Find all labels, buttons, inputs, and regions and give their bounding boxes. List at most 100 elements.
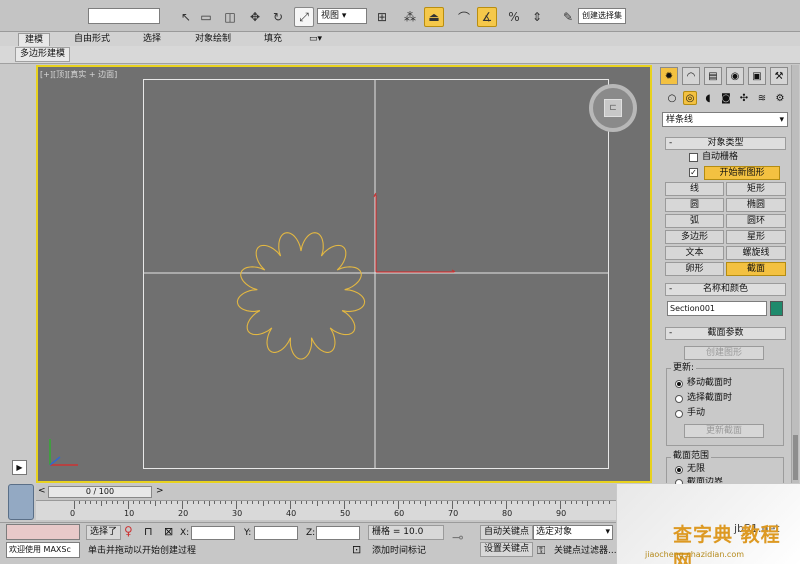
select-manipulate-icon[interactable]: ⁂ — [400, 7, 420, 27]
ruler-tick — [360, 501, 362, 504]
egg-button[interactable]: 卵形 — [665, 262, 724, 276]
extent-infinite-radio[interactable] — [675, 466, 683, 474]
reference-coordinate-dropdown[interactable]: 视图 ▾ — [317, 8, 367, 24]
viewport-top[interactable]: [+][顶][真实 + 边面] ⊏ — [36, 65, 652, 483]
shapes-icon[interactable]: ◎ — [683, 91, 697, 105]
create-tab-icon[interactable]: ✹ — [660, 67, 678, 85]
command-panel-scrollbar[interactable] — [791, 65, 799, 483]
y-coordinate-field[interactable] — [254, 526, 298, 540]
selected-object-dropdown[interactable]: 选定对象 ▾ — [533, 525, 613, 540]
donut-button[interactable]: 圆环 — [726, 214, 786, 228]
start-new-shape-button[interactable]: 开始新图形 — [704, 166, 780, 180]
tab-populate[interactable]: 填充 — [258, 33, 288, 46]
geometry-icon[interactable]: ○ — [665, 91, 679, 105]
hierarchy-tab-icon[interactable]: ▤ — [704, 67, 722, 85]
ruler-tick — [284, 501, 286, 504]
ruler-tick — [570, 501, 572, 504]
rectangle-button[interactable]: 矩形 — [726, 182, 786, 196]
edit-named-selection-icon[interactable]: ✎ — [558, 7, 578, 27]
ellipse-button[interactable]: 椭圆 — [726, 198, 786, 212]
object-color-swatch[interactable] — [770, 301, 783, 316]
absolute-mode-icon[interactable]: ⊠ — [164, 526, 173, 537]
key-filters-button[interactable]: 关键点过滤器... — [554, 546, 617, 557]
time-tag-icon[interactable]: ⊡ — [352, 544, 361, 555]
named-selection-set-dropdown[interactable]: 创建选择集 — [578, 8, 626, 24]
line-button[interactable]: 线 — [665, 182, 724, 196]
time-slider[interactable]: 0 / 100 — [48, 486, 152, 498]
move-icon[interactable]: ✥ — [245, 7, 265, 27]
isolate-icon[interactable]: ♀ — [124, 525, 133, 537]
text-button[interactable]: 文本 — [665, 246, 724, 260]
object-name-field[interactable]: Section001 — [667, 301, 767, 316]
auto-key-button[interactable]: 自动关键点 — [480, 525, 534, 540]
ruler-tick — [273, 501, 275, 504]
lights-icon[interactable]: ◖ — [701, 91, 715, 105]
welcome-field[interactable]: 欢迎使用 MAXSc — [6, 542, 80, 558]
mini-curve-editor-icon[interactable] — [8, 484, 34, 520]
undo-dropdown[interactable] — [88, 8, 160, 24]
lock-icon[interactable]: ⊓ — [144, 526, 153, 537]
tab-modeling[interactable]: 建模 — [18, 33, 51, 46]
spinner-snap-icon[interactable]: ⇕ — [527, 7, 547, 27]
cameras-icon[interactable]: ◙ — [719, 91, 733, 105]
helix-button[interactable]: 螺旋线 — [726, 246, 786, 260]
time-next-icon[interactable]: > — [156, 486, 164, 497]
tab-selection[interactable]: 选择 — [137, 33, 167, 46]
tab-freeform[interactable]: 自由形式 — [68, 33, 116, 46]
section-button[interactable]: 截面 — [726, 262, 786, 276]
update-on-select-radio[interactable] — [675, 395, 683, 403]
tab-object-paint[interactable]: 对象绘制 — [189, 33, 237, 46]
time-prev-icon[interactable]: < — [38, 486, 46, 497]
window-crossing-icon[interactable]: ◫ — [220, 7, 240, 27]
x-coordinate-field[interactable] — [191, 526, 235, 540]
circle-button[interactable]: 圆 — [665, 198, 724, 212]
auto-grid-checkbox[interactable] — [689, 153, 698, 162]
time-ruler[interactable]: 0 10 20 30 40 50 60 70 80 90 — [36, 500, 616, 520]
update-manual-radio[interactable] — [675, 410, 683, 418]
motion-tab-icon[interactable]: ◉ — [726, 67, 744, 85]
z-coordinate-field[interactable] — [316, 526, 360, 540]
modify-tab-icon[interactable]: ◠ — [682, 67, 700, 85]
key-filter-icon[interactable]: ⚿ — [537, 545, 545, 556]
space-warps-icon[interactable]: ≋ — [755, 91, 769, 105]
ruler-tick — [268, 501, 270, 504]
set-key-button[interactable]: 设置关键点 — [480, 542, 534, 557]
start-new-shape-checkbox[interactable]: ✓ — [689, 168, 698, 177]
rotate-icon[interactable]: ↻ — [268, 7, 288, 27]
ruler-tick — [117, 501, 119, 504]
ruler-tick — [263, 501, 264, 506]
viewcube[interactable]: ⊏ — [589, 84, 637, 132]
scrollbar-thumb[interactable] — [793, 435, 798, 480]
shape-category-dropdown[interactable]: 样条线 ▾ — [662, 112, 788, 127]
watermark: jb51.net 查字典 教程网 jiaocheng.chazidian.com — [617, 484, 800, 564]
play-icon[interactable]: ▶ — [12, 460, 27, 475]
utilities-tab-icon[interactable]: ⚒ — [770, 67, 788, 85]
display-tab-icon[interactable]: ▣ — [748, 67, 766, 85]
systems-icon[interactable]: ⚙ — [773, 91, 787, 105]
select-object-icon[interactable]: ↖ — [176, 7, 196, 27]
create-shape-button[interactable]: 创建图形 — [684, 346, 764, 360]
add-time-tag[interactable]: 添加时间标记 — [372, 546, 426, 557]
object-type-rollout-header[interactable]: - 对象类型 — [665, 137, 786, 150]
arc-button[interactable]: 弧 — [665, 214, 724, 228]
percent-snap-icon[interactable]: % — [504, 7, 524, 27]
key-icon[interactable]: ⊸ — [452, 531, 464, 545]
helpers-icon[interactable]: ✣ — [737, 91, 751, 105]
polygon-modeling-panel[interactable]: 多边形建模 — [15, 47, 71, 62]
maxscript-listener[interactable] — [6, 524, 80, 540]
name-color-rollout-header[interactable]: - 名称和颜色 — [665, 283, 786, 296]
keyboard-shortcut-icon[interactable]: ⏏ — [424, 7, 444, 27]
section-params-rollout-header[interactable]: - 截面参数 — [665, 327, 786, 340]
snap-toggle-icon[interactable]: ⌒ — [454, 7, 474, 27]
pivot-icon[interactable]: ⊞ — [372, 7, 392, 27]
ribbon-options-icon[interactable]: ▭▾ — [303, 33, 328, 46]
update-on-move-radio[interactable] — [675, 380, 683, 388]
update-section-button[interactable]: 更新截面 — [684, 424, 764, 438]
ruler-tick — [376, 501, 378, 504]
viewcube-top-face[interactable]: ⊏ — [604, 99, 622, 117]
angle-snap-icon[interactable]: ∡ — [477, 7, 497, 27]
select-region-icon[interactable]: ▭ — [196, 7, 216, 27]
scale-icon[interactable]: ⤢ — [294, 7, 314, 27]
star-button[interactable]: 星形 — [726, 230, 786, 244]
ngon-button[interactable]: 多边形 — [665, 230, 724, 244]
